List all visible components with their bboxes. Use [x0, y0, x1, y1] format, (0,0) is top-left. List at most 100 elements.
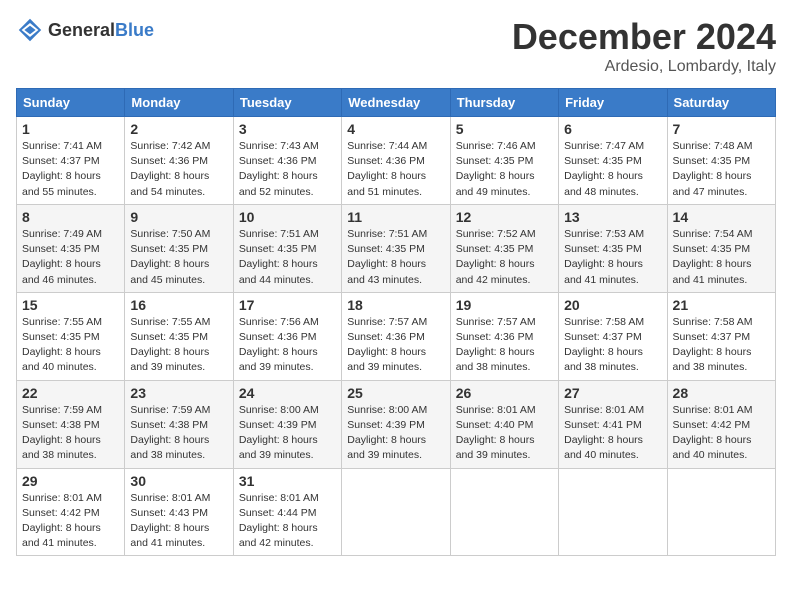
day-number: 5 [456, 121, 553, 137]
table-row: 15 Sunrise: 7:55 AMSunset: 4:35 PMDaylig… [17, 292, 125, 380]
day-number: 29 [22, 473, 119, 489]
page-header: GeneralBlue December 2024 Ardesio, Lomba… [16, 16, 776, 76]
logo-icon [16, 16, 44, 44]
cell-text: Sunrise: 7:55 AMSunset: 4:35 PMDaylight:… [22, 316, 102, 374]
cell-text: Sunrise: 8:00 AMSunset: 4:39 PMDaylight:… [347, 404, 427, 462]
logo: GeneralBlue [16, 16, 154, 44]
day-number: 8 [22, 209, 119, 225]
table-row [559, 468, 667, 556]
day-number: 7 [673, 121, 770, 137]
location-title: Ardesio, Lombardy, Italy [512, 58, 776, 76]
day-number: 6 [564, 121, 661, 137]
table-row: 23 Sunrise: 7:59 AMSunset: 4:38 PMDaylig… [125, 380, 233, 468]
table-row: 5 Sunrise: 7:46 AMSunset: 4:35 PMDayligh… [450, 117, 558, 205]
table-row: 6 Sunrise: 7:47 AMSunset: 4:35 PMDayligh… [559, 117, 667, 205]
day-number: 19 [456, 297, 553, 313]
day-number: 9 [130, 209, 227, 225]
table-row: 29 Sunrise: 8:01 AMSunset: 4:42 PMDaylig… [17, 468, 125, 556]
calendar-header-row: Sunday Monday Tuesday Wednesday Thursday… [17, 89, 776, 117]
table-row: 13 Sunrise: 7:53 AMSunset: 4:35 PMDaylig… [559, 204, 667, 292]
day-number: 26 [456, 385, 553, 401]
day-number: 16 [130, 297, 227, 313]
cell-text: Sunrise: 8:01 AMSunset: 4:41 PMDaylight:… [564, 404, 644, 462]
table-row: 2 Sunrise: 7:42 AMSunset: 4:36 PMDayligh… [125, 117, 233, 205]
cell-text: Sunrise: 7:57 AMSunset: 4:36 PMDaylight:… [456, 316, 536, 374]
day-number: 15 [22, 297, 119, 313]
title-section: December 2024 Ardesio, Lombardy, Italy [512, 16, 776, 76]
cell-text: Sunrise: 7:42 AMSunset: 4:36 PMDaylight:… [130, 140, 210, 198]
cell-text: Sunrise: 8:01 AMSunset: 4:44 PMDaylight:… [239, 492, 319, 550]
cell-text: Sunrise: 7:47 AMSunset: 4:35 PMDaylight:… [564, 140, 644, 198]
day-number: 27 [564, 385, 661, 401]
table-row: 25 Sunrise: 8:00 AMSunset: 4:39 PMDaylig… [342, 380, 450, 468]
day-number: 18 [347, 297, 444, 313]
table-row: 24 Sunrise: 8:00 AMSunset: 4:39 PMDaylig… [233, 380, 341, 468]
table-row [450, 468, 558, 556]
cell-text: Sunrise: 7:50 AMSunset: 4:35 PMDaylight:… [130, 228, 210, 286]
cell-text: Sunrise: 7:59 AMSunset: 4:38 PMDaylight:… [22, 404, 102, 462]
col-friday: Friday [559, 89, 667, 117]
calendar-table: Sunday Monday Tuesday Wednesday Thursday… [16, 88, 776, 556]
cell-text: Sunrise: 7:51 AMSunset: 4:35 PMDaylight:… [347, 228, 427, 286]
day-number: 25 [347, 385, 444, 401]
table-row: 11 Sunrise: 7:51 AMSunset: 4:35 PMDaylig… [342, 204, 450, 292]
day-number: 24 [239, 385, 336, 401]
day-number: 2 [130, 121, 227, 137]
cell-text: Sunrise: 8:01 AMSunset: 4:42 PMDaylight:… [673, 404, 753, 462]
calendar-week-row: 15 Sunrise: 7:55 AMSunset: 4:35 PMDaylig… [17, 292, 776, 380]
table-row: 19 Sunrise: 7:57 AMSunset: 4:36 PMDaylig… [450, 292, 558, 380]
day-number: 13 [564, 209, 661, 225]
cell-text: Sunrise: 8:01 AMSunset: 4:42 PMDaylight:… [22, 492, 102, 550]
day-number: 11 [347, 209, 444, 225]
table-row: 16 Sunrise: 7:55 AMSunset: 4:35 PMDaylig… [125, 292, 233, 380]
col-wednesday: Wednesday [342, 89, 450, 117]
table-row: 18 Sunrise: 7:57 AMSunset: 4:36 PMDaylig… [342, 292, 450, 380]
table-row: 4 Sunrise: 7:44 AMSunset: 4:36 PMDayligh… [342, 117, 450, 205]
day-number: 14 [673, 209, 770, 225]
table-row: 14 Sunrise: 7:54 AMSunset: 4:35 PMDaylig… [667, 204, 775, 292]
logo-blue: Blue [115, 20, 154, 40]
day-number: 1 [22, 121, 119, 137]
table-row: 28 Sunrise: 8:01 AMSunset: 4:42 PMDaylig… [667, 380, 775, 468]
table-row: 26 Sunrise: 8:01 AMSunset: 4:40 PMDaylig… [450, 380, 558, 468]
cell-text: Sunrise: 7:56 AMSunset: 4:36 PMDaylight:… [239, 316, 319, 374]
day-number: 22 [22, 385, 119, 401]
cell-text: Sunrise: 7:49 AMSunset: 4:35 PMDaylight:… [22, 228, 102, 286]
day-number: 12 [456, 209, 553, 225]
cell-text: Sunrise: 8:01 AMSunset: 4:43 PMDaylight:… [130, 492, 210, 550]
table-row: 7 Sunrise: 7:48 AMSunset: 4:35 PMDayligh… [667, 117, 775, 205]
cell-text: Sunrise: 7:44 AMSunset: 4:36 PMDaylight:… [347, 140, 427, 198]
cell-text: Sunrise: 8:00 AMSunset: 4:39 PMDaylight:… [239, 404, 319, 462]
table-row: 3 Sunrise: 7:43 AMSunset: 4:36 PMDayligh… [233, 117, 341, 205]
table-row: 22 Sunrise: 7:59 AMSunset: 4:38 PMDaylig… [17, 380, 125, 468]
cell-text: Sunrise: 7:55 AMSunset: 4:35 PMDaylight:… [130, 316, 210, 374]
table-row: 10 Sunrise: 7:51 AMSunset: 4:35 PMDaylig… [233, 204, 341, 292]
table-row: 20 Sunrise: 7:58 AMSunset: 4:37 PMDaylig… [559, 292, 667, 380]
cell-text: Sunrise: 7:43 AMSunset: 4:36 PMDaylight:… [239, 140, 319, 198]
day-number: 17 [239, 297, 336, 313]
day-number: 30 [130, 473, 227, 489]
logo-general: General [48, 20, 115, 40]
cell-text: Sunrise: 8:01 AMSunset: 4:40 PMDaylight:… [456, 404, 536, 462]
col-sunday: Sunday [17, 89, 125, 117]
cell-text: Sunrise: 7:53 AMSunset: 4:35 PMDaylight:… [564, 228, 644, 286]
cell-text: Sunrise: 7:58 AMSunset: 4:37 PMDaylight:… [564, 316, 644, 374]
cell-text: Sunrise: 7:58 AMSunset: 4:37 PMDaylight:… [673, 316, 753, 374]
table-row: 31 Sunrise: 8:01 AMSunset: 4:44 PMDaylig… [233, 468, 341, 556]
day-number: 23 [130, 385, 227, 401]
cell-text: Sunrise: 7:46 AMSunset: 4:35 PMDaylight:… [456, 140, 536, 198]
calendar-week-row: 1 Sunrise: 7:41 AMSunset: 4:37 PMDayligh… [17, 117, 776, 205]
table-row: 30 Sunrise: 8:01 AMSunset: 4:43 PMDaylig… [125, 468, 233, 556]
month-title: December 2024 [512, 16, 776, 58]
day-number: 10 [239, 209, 336, 225]
table-row [667, 468, 775, 556]
calendar-week-row: 22 Sunrise: 7:59 AMSunset: 4:38 PMDaylig… [17, 380, 776, 468]
table-row: 27 Sunrise: 8:01 AMSunset: 4:41 PMDaylig… [559, 380, 667, 468]
day-number: 4 [347, 121, 444, 137]
table-row [342, 468, 450, 556]
day-number: 28 [673, 385, 770, 401]
cell-text: Sunrise: 7:57 AMSunset: 4:36 PMDaylight:… [347, 316, 427, 374]
cell-text: Sunrise: 7:54 AMSunset: 4:35 PMDaylight:… [673, 228, 753, 286]
col-tuesday: Tuesday [233, 89, 341, 117]
cell-text: Sunrise: 7:59 AMSunset: 4:38 PMDaylight:… [130, 404, 210, 462]
